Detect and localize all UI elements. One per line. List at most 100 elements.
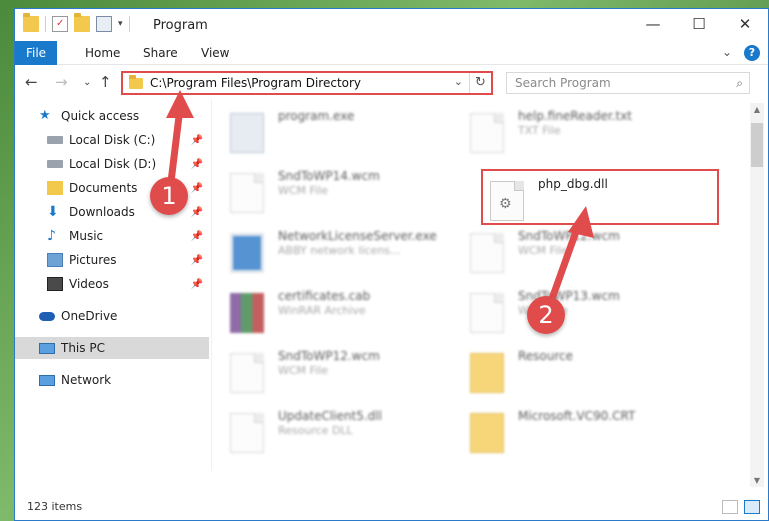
pin-icon[interactable]: 📌: [191, 231, 203, 242]
pin-icon[interactable]: 📌: [191, 183, 203, 194]
sidebar-item-this-pc[interactable]: This PC: [15, 337, 209, 359]
dll-gear-icon: [230, 413, 264, 453]
sidebar-item-videos[interactable]: Videos 📌: [15, 273, 209, 295]
archive-icon: [230, 293, 264, 333]
title-bar: ✓ ▾ Program — ☐ ✕: [15, 9, 768, 41]
file-name: SndToWP12.wcm: [518, 229, 620, 243]
forward-arrow-icon[interactable]: →: [55, 73, 68, 91]
ribbon-controls: ⌄ ?: [722, 45, 760, 61]
folder-icon: [470, 413, 504, 453]
drive-icon: [47, 136, 63, 144]
minimize-button[interactable]: —: [630, 9, 676, 39]
refresh-icon[interactable]: ↻: [469, 73, 491, 93]
document-icon: [470, 233, 504, 273]
pin-icon[interactable]: 📌: [191, 135, 203, 146]
file-item-help-finereader[interactable]: help.fineReader.txt TXT File: [462, 105, 702, 157]
new-folder-icon[interactable]: [74, 13, 90, 32]
up-arrow-icon[interactable]: ↑: [99, 73, 112, 91]
sidebar-item-label: Local Disk (C:): [69, 133, 156, 147]
file-item-resource-folder[interactable]: Resource: [462, 345, 702, 397]
vertical-scrollbar[interactable]: ▲ ▼: [750, 103, 764, 487]
sidebar-item-label: This PC: [61, 341, 105, 355]
navigation-bar: ← → ⌄ ↑ C:\Program Files\Program Directo…: [15, 69, 768, 97]
close-button[interactable]: ✕: [722, 9, 768, 39]
file-name: SndToWP12.wcm: [278, 349, 380, 363]
file-name: NetworkLicenseServer.exe: [278, 229, 437, 243]
sidebar-item-quick-access[interactable]: ★ Quick access: [15, 105, 209, 127]
address-path[interactable]: C:\Program Files\Program Directory: [150, 76, 361, 90]
tab-share[interactable]: Share: [143, 41, 178, 65]
tab-view[interactable]: View: [201, 41, 229, 65]
tab-file[interactable]: File: [15, 41, 57, 65]
window-controls: — ☐ ✕: [630, 9, 768, 39]
sidebar-item-onedrive[interactable]: OneDrive: [15, 305, 209, 327]
chevron-down-icon[interactable]: ⌄: [454, 75, 463, 88]
expand-ribbon-icon[interactable]: ⌄: [722, 45, 732, 61]
navigation-pane: ★ Quick access Local Disk (C:) 📌 Local D…: [15, 105, 209, 489]
sidebar-item-label: Pictures: [69, 253, 117, 267]
file-name: SndToWP14.wcm: [278, 169, 380, 183]
large-icons-view-icon[interactable]: [744, 500, 760, 514]
customize-toolbar-icon[interactable]: ▾: [118, 19, 123, 29]
file-list: program.exe SndToWP14.wcm WCM File Netwo…: [222, 105, 744, 485]
scroll-thumb[interactable]: [751, 123, 763, 167]
sidebar-item-label: OneDrive: [61, 309, 118, 323]
sidebar-item-label: Documents: [69, 181, 138, 195]
file-type: WinRAR Archive: [278, 304, 366, 317]
details-view-icon[interactable]: [722, 500, 738, 514]
file-item-network-license-server[interactable]: NetworkLicenseServer.exe ABBY network li…: [222, 225, 462, 277]
pin-icon[interactable]: 📌: [191, 207, 203, 218]
pin-icon[interactable]: 📌: [191, 255, 203, 266]
tab-home[interactable]: Home: [85, 41, 120, 65]
scroll-up-icon[interactable]: ▲: [750, 105, 764, 114]
sidebar-item-pictures[interactable]: Pictures 📌: [15, 249, 209, 271]
help-icon[interactable]: ?: [744, 45, 760, 61]
sidebar-item-label: Network: [61, 373, 112, 387]
documents-icon: [47, 181, 63, 195]
sidebar-item-network[interactable]: Network: [15, 369, 209, 391]
file-item-program-exe[interactable]: program.exe: [222, 105, 462, 157]
items-count: 123 items: [27, 500, 83, 513]
properties-icon[interactable]: ✓: [52, 16, 68, 32]
search-icon[interactable]: ⌕: [736, 76, 743, 91]
folder-icon: [23, 13, 39, 32]
file-item-sndtowp13[interactable]: SndToWP13.wcm WCM File: [462, 285, 702, 337]
file-item-sndtowp12[interactable]: SndToWP12.wcm WCM File: [222, 345, 462, 397]
sidebar-item-label: Local Disk (D:): [69, 157, 157, 171]
sidebar-item-music[interactable]: ♪ Music 📌: [15, 225, 209, 247]
search-input[interactable]: Search Program ⌕: [506, 72, 750, 94]
separator: [45, 16, 46, 32]
quick-access-toolbar: ✓ ▾: [23, 13, 130, 32]
document-icon: [230, 353, 264, 393]
file-item-microsoft-vc90-crt[interactable]: Microsoft.VC90.CRT: [462, 405, 702, 457]
file-name: program.exe: [278, 109, 355, 123]
layout-icon[interactable]: [96, 16, 112, 32]
file-item-sndtowp12-b[interactable]: SndToWP12.wcm WCM File: [462, 225, 702, 277]
sidebar-item-local-disk-d[interactable]: Local Disk (D:) 📌: [15, 153, 209, 175]
recent-locations-icon[interactable]: ⌄: [83, 77, 91, 88]
sidebar-item-local-disk-c[interactable]: Local Disk (C:) 📌: [15, 129, 209, 151]
file-item-updateclient5[interactable]: UpdateClient5.dll Resource DLL: [222, 405, 462, 457]
back-arrow-icon[interactable]: ←: [25, 73, 38, 91]
address-bar[interactable]: C:\Program Files\Program Directory ⌄ ↻: [121, 71, 493, 95]
maximize-button[interactable]: ☐: [676, 9, 722, 39]
pin-icon[interactable]: 📌: [191, 159, 203, 170]
sidebar-item-label: Music: [69, 229, 104, 243]
file-item-sndtowp14[interactable]: SndToWP14.wcm WCM File: [222, 165, 462, 217]
music-icon: ♪: [47, 228, 56, 244]
scroll-down-icon[interactable]: ▼: [750, 476, 764, 485]
file-type: WCM File: [518, 244, 568, 257]
file-type: TXT File: [518, 124, 561, 137]
application-icon: [230, 233, 264, 273]
pictures-icon: [47, 253, 63, 267]
file-type: ABBY network licens...: [278, 244, 401, 257]
file-type: WCM File: [278, 184, 328, 197]
window-title: Program: [153, 18, 208, 33]
sidebar-item-label: Quick access: [61, 109, 140, 123]
pin-icon[interactable]: 📌: [191, 279, 203, 290]
file-item-certificates-cab[interactable]: certificates.cab WinRAR Archive: [222, 285, 462, 337]
ribbon: File Home Share View ⌄ ?: [15, 41, 768, 65]
step-badge-2: 2: [527, 296, 565, 334]
file-type: Resource DLL: [278, 424, 353, 437]
drive-icon: [47, 160, 63, 168]
